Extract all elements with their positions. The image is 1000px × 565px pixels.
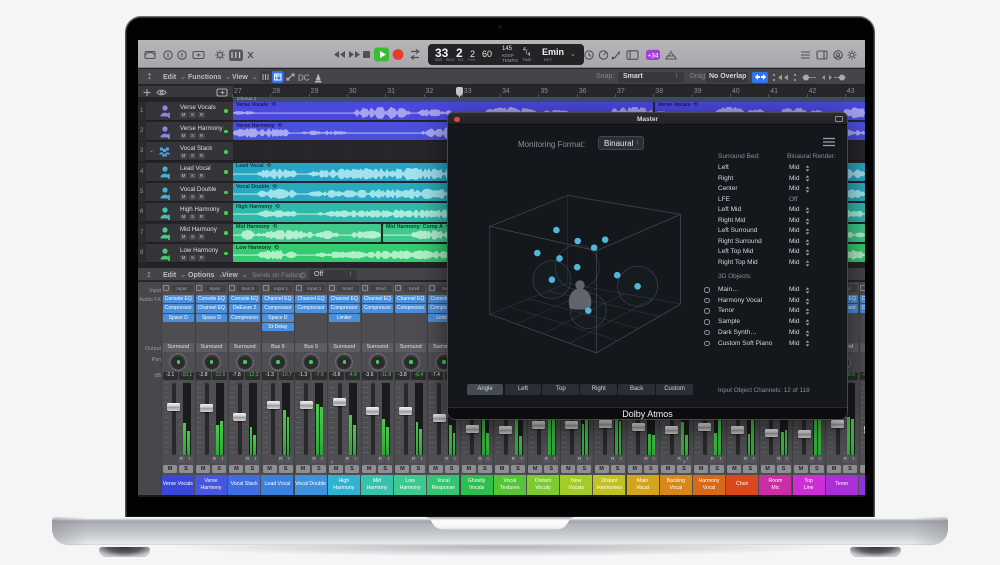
svg-text:DC: DC bbox=[298, 74, 310, 83]
svg-text:+34: +34 bbox=[647, 52, 658, 59]
